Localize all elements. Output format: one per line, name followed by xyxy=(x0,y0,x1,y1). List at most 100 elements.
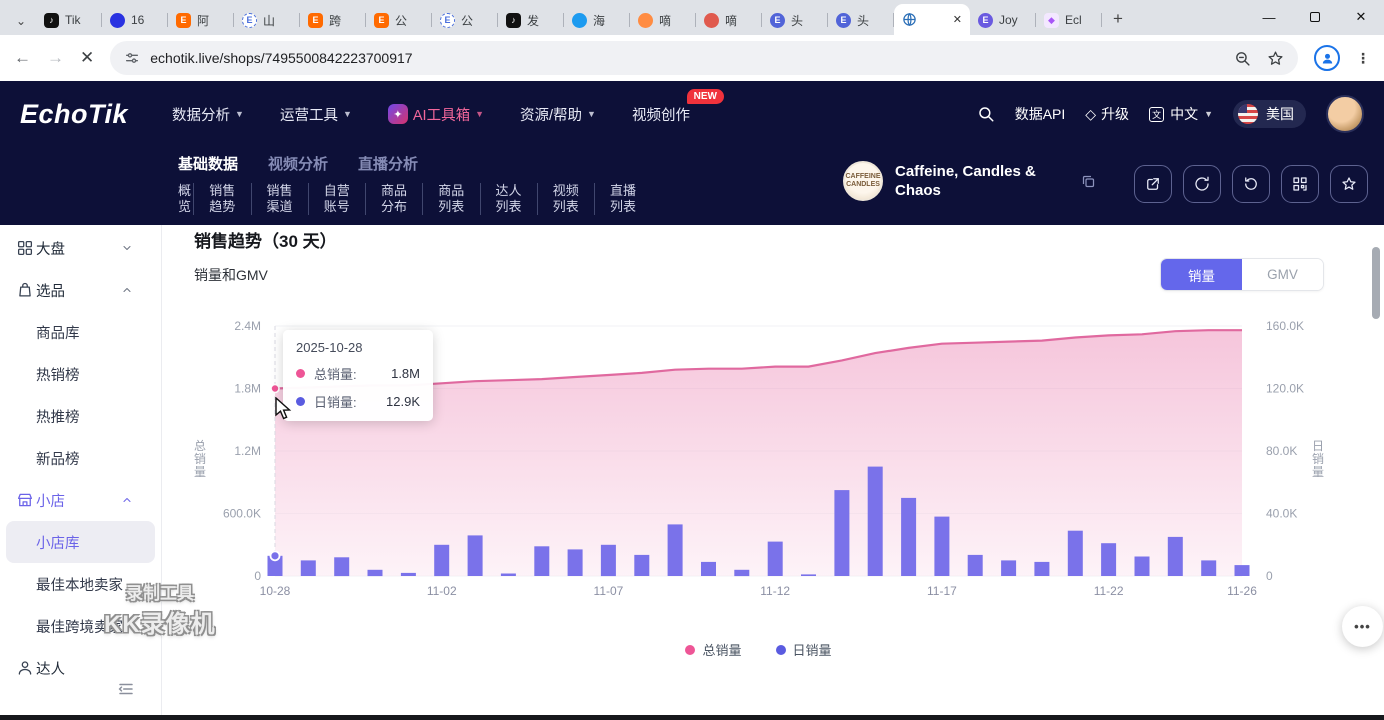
page-scrollbar-thumb[interactable] xyxy=(1372,247,1380,319)
search-icon[interactable] xyxy=(977,105,995,123)
section-tab-0[interactable]: 基础数据 xyxy=(178,153,238,174)
favorite-star-button[interactable] xyxy=(1330,165,1368,203)
browser-tab[interactable]: E跨 xyxy=(300,5,366,35)
browser-menu-icon[interactable]: ⋮ xyxy=(1356,50,1370,67)
subnav-tab-5[interactable]: 商品列表 xyxy=(438,183,480,215)
subnav-tab-1[interactable]: 销售趋势 xyxy=(209,183,251,215)
browser-tab[interactable]: E公 xyxy=(432,5,498,35)
back-icon[interactable]: ← xyxy=(14,48,31,68)
nav-menu-item-1[interactable]: 运营工具▼ xyxy=(280,104,352,125)
site-favicon: E xyxy=(770,13,785,28)
window-controls: — ✕ xyxy=(1246,0,1384,34)
new-tab-button[interactable]: + xyxy=(1104,5,1132,33)
legend-item[interactable]: 总销量 xyxy=(685,640,741,659)
toggle-GMV[interactable]: GMV xyxy=(1242,259,1323,290)
browser-tab[interactable]: EJoy xyxy=(970,5,1036,35)
svg-text:11-07: 11-07 xyxy=(594,584,624,598)
sidebar-collapse-icon[interactable] xyxy=(115,680,137,698)
address-bar[interactable]: echotik.live/shops/7495500842223700917 xyxy=(110,41,1298,75)
nav-menu-item-0[interactable]: 数据分析▼ xyxy=(172,104,244,125)
upgrade-link[interactable]: ◇升级 xyxy=(1085,104,1129,124)
profile-avatar-icon[interactable] xyxy=(1314,45,1340,71)
copy-icon[interactable] xyxy=(1081,174,1096,189)
subnav-tab-2[interactable]: 销售渠道 xyxy=(267,183,309,215)
sidebar-item-新品榜[interactable]: 新品榜 xyxy=(6,437,155,479)
subnav-tab-3[interactable]: 自营账号 xyxy=(324,183,366,215)
nav-menu-item-3[interactable]: 资源/帮助▼ xyxy=(520,104,596,125)
nav-menu-item-4[interactable]: 视频创作NEW xyxy=(632,104,690,125)
tab-close-icon[interactable]: ✕ xyxy=(953,13,962,26)
toggle-销量[interactable]: 销量 xyxy=(1161,259,1242,290)
browser-tab[interactable]: ♪发 xyxy=(498,5,564,35)
browser-tab[interactable]: 海 xyxy=(564,5,630,35)
chevron-down-icon: ▼ xyxy=(587,109,596,119)
browser-tab[interactable]: 16 xyxy=(102,5,168,35)
site-favicon: ◆ xyxy=(1044,13,1059,28)
user-avatar[interactable] xyxy=(1326,95,1364,133)
subnav-tab-4[interactable]: 商品分布 xyxy=(381,183,423,215)
legend-dot-icon xyxy=(685,645,695,655)
browser-tab[interactable]: E阿 xyxy=(168,5,234,35)
browser-tab[interactable]: E头 xyxy=(828,5,894,35)
svg-text:11-22: 11-22 xyxy=(1094,584,1124,598)
open-external-button[interactable] xyxy=(1134,165,1172,203)
legend-item[interactable]: 日销量 xyxy=(776,640,832,659)
more-options-fab[interactable]: ••• xyxy=(1342,606,1383,647)
svg-text:11-12: 11-12 xyxy=(760,584,790,598)
mouse-cursor xyxy=(274,397,296,421)
sidebar-item-选品[interactable]: 选品 xyxy=(6,269,155,311)
sidebar-item-热销榜[interactable]: 热销榜 xyxy=(6,353,155,395)
browser-tab[interactable]: ◆Ecl xyxy=(1036,5,1102,35)
region-selector[interactable]: 美国 xyxy=(1233,100,1306,128)
tiktok-favicon: ♪ xyxy=(506,13,521,28)
site-info-icon[interactable] xyxy=(124,50,140,66)
site-favicon xyxy=(572,13,587,28)
svg-text:2.4M: 2.4M xyxy=(234,319,261,333)
sidebar-item-热推榜[interactable]: 热推榜 xyxy=(6,395,155,437)
browser-tab[interactable]: ✕ xyxy=(894,4,970,35)
svg-text:120.0K: 120.0K xyxy=(1266,382,1304,396)
data-api-link[interactable]: 数据API xyxy=(1015,104,1066,124)
zoom-icon[interactable] xyxy=(1234,50,1251,67)
sidebar-item-小店库[interactable]: 小店库 xyxy=(6,521,155,563)
history-sync-button[interactable] xyxy=(1232,165,1270,203)
subnav-tab-7[interactable]: 视频列表 xyxy=(553,183,595,215)
browser-tab[interactable]: 嘀 xyxy=(630,5,696,35)
sidebar-item-小店[interactable]: 小店 xyxy=(6,479,155,521)
minimize-button[interactable]: — xyxy=(1246,0,1292,34)
chart-subtitle: 销量和GMV xyxy=(194,265,268,285)
tab-search-chevron-icon[interactable]: ⌄ xyxy=(6,7,36,35)
subnav-tab-8[interactable]: 直播列表 xyxy=(610,183,652,215)
subnav-tab-0[interactable]: 概览 xyxy=(178,183,194,215)
page-title: 销售趋势（30 天） xyxy=(194,227,337,252)
browser-tab[interactable]: E山 xyxy=(234,5,300,35)
echotik-logo[interactable]: EchoTik xyxy=(20,99,128,130)
browser-tab[interactable]: E公 xyxy=(366,5,432,35)
sidebar-item-大盘[interactable]: 大盘 xyxy=(6,227,155,269)
browser-tab[interactable]: 嘀 xyxy=(696,5,762,35)
user-icon xyxy=(16,659,34,677)
section-tab-1[interactable]: 视频分析 xyxy=(268,153,328,174)
maximize-button[interactable] xyxy=(1292,0,1338,34)
bookmark-star-icon[interactable] xyxy=(1267,50,1284,67)
bag-icon xyxy=(16,281,34,299)
close-button[interactable]: ✕ xyxy=(1338,0,1384,34)
svg-text:40.0K: 40.0K xyxy=(1266,507,1297,521)
language-selector[interactable]: 文中文▼ xyxy=(1149,104,1213,124)
sidebar-item-商品库[interactable]: 商品库 xyxy=(6,311,155,353)
store-icon xyxy=(16,491,34,509)
svg-text:日销量: 日销量 xyxy=(1312,439,1324,479)
browser-toolbar: ← → ✕ echotik.live/shops/749550084222370… xyxy=(0,35,1384,81)
new-badge: NEW xyxy=(687,89,724,104)
subnav-tab-6[interactable]: 达人列表 xyxy=(496,183,538,215)
nav-menu-item-2[interactable]: ✦AI工具箱▼ xyxy=(388,104,484,125)
qr-code-button[interactable] xyxy=(1281,165,1319,203)
browser-tab[interactable]: E头 xyxy=(762,5,828,35)
svg-text:11-02: 11-02 xyxy=(427,584,457,598)
stop-loading-icon[interactable]: ✕ xyxy=(80,48,94,68)
section-tab-2[interactable]: 直播分析 xyxy=(358,153,418,174)
refresh-button[interactable] xyxy=(1183,165,1221,203)
tooltip-date: 2025-10-28 xyxy=(296,340,420,355)
forward-icon[interactable]: → xyxy=(47,48,64,68)
browser-tab[interactable]: ♪Tik xyxy=(36,5,102,35)
